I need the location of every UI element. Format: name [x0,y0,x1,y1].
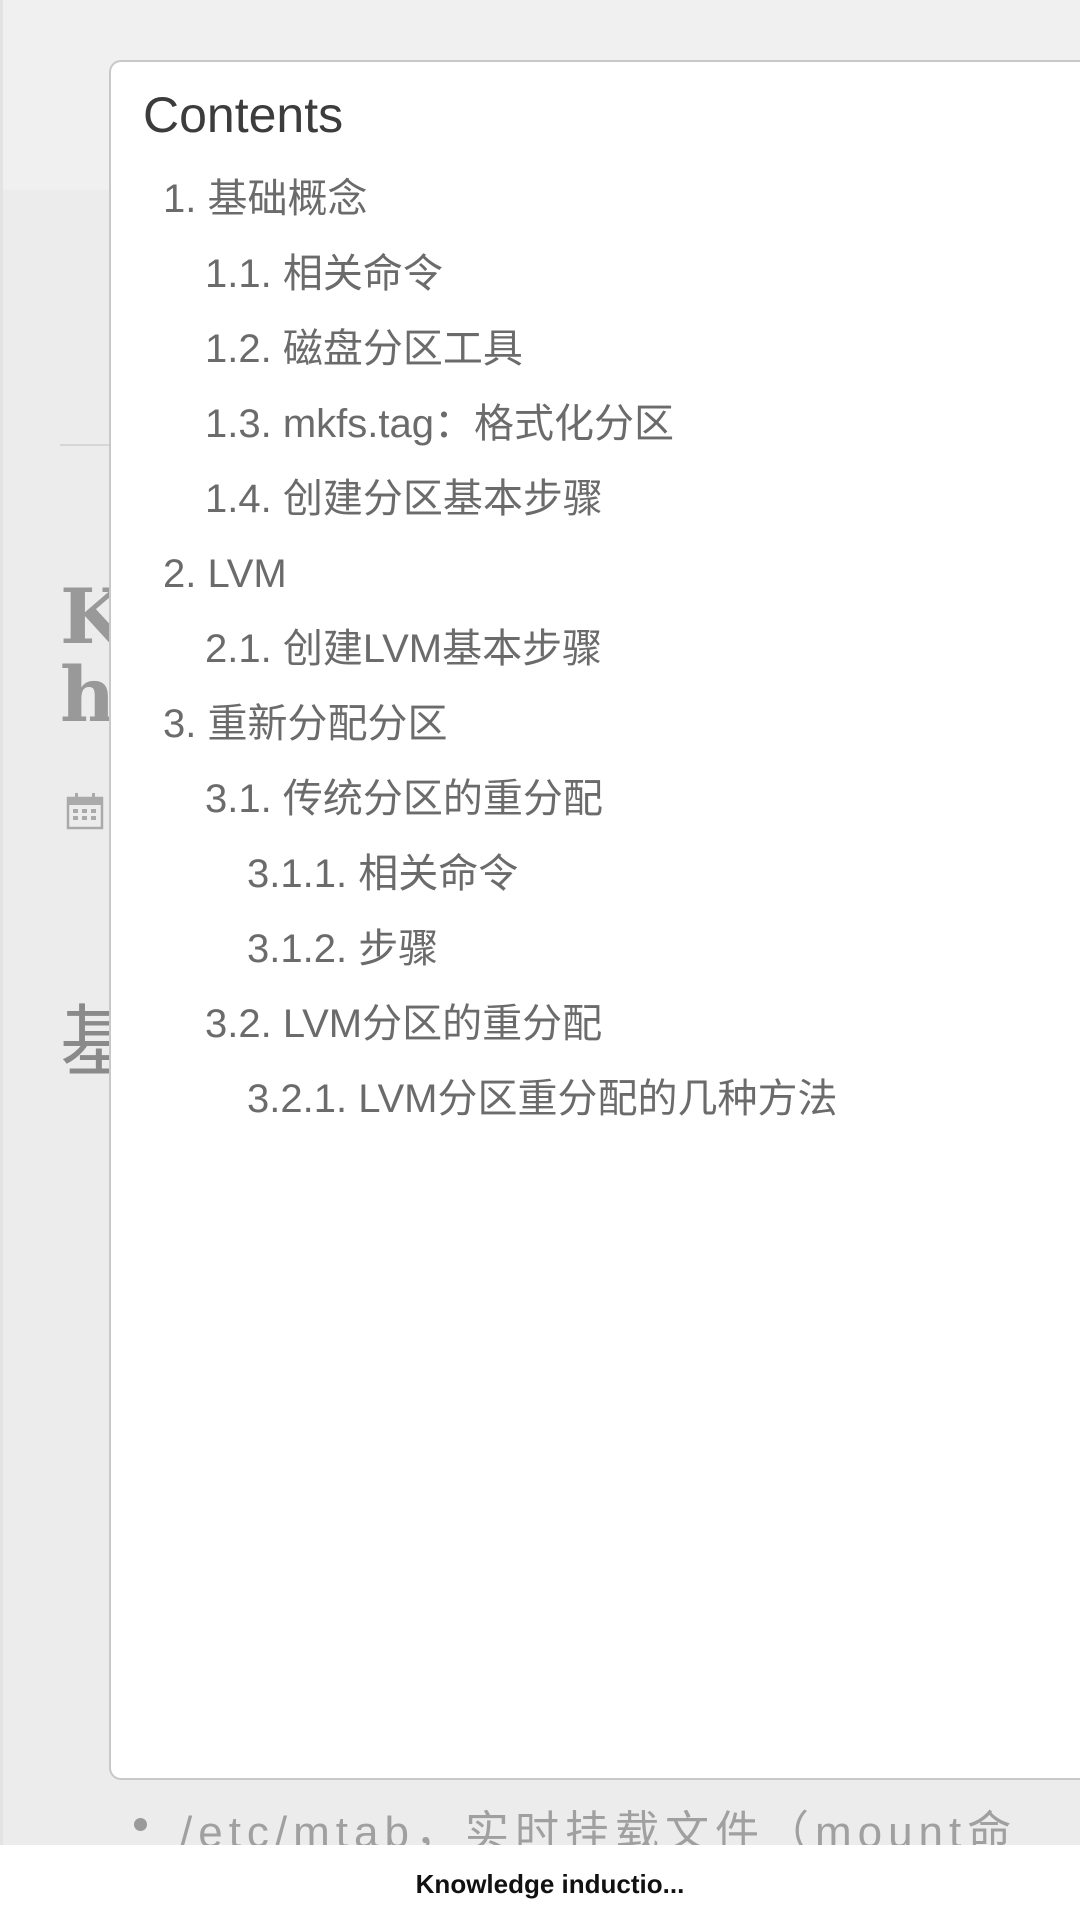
toc-item[interactable]: 1.2. 磁盘分区工具 [111,312,837,387]
bullet-dot-icon [134,1818,147,1831]
toc-item[interactable]: 1. 基础概念 [111,162,837,237]
toc-item[interactable]: 2. LVM [111,537,837,612]
toc-item[interactable]: 3.2.1. LVM分区重分配的几种方法 [111,1062,837,1137]
toc-item[interactable]: 3.1.2. 步骤 [111,912,837,987]
toc-item[interactable]: 2.1. 创建LVM基本步骤 [111,612,837,687]
toc-item[interactable]: 3.1.1. 相关命令 [111,837,837,912]
table-of-contents-panel: Contents 1. 基础概念 1.1. 相关命令 1.2. 磁盘分区工具 1… [109,60,1080,1780]
toc-item[interactable]: 1.3. mkfs.tag：格式化分区 [111,387,837,462]
page-title: Knowledge inductio... [415,1869,685,1899]
toc-list: 1. 基础概念 1.1. 相关命令 1.2. 磁盘分区工具 1.3. mkfs.… [111,162,837,1137]
toc-item[interactable]: 3.2. LVM分区的重分配 [111,987,837,1062]
calendar-icon [66,793,104,830]
toc-item[interactable]: 1.4. 创建分区基本步骤 [111,462,837,537]
bottom-title-bar: Knowledge inductio... [0,1845,1080,1920]
toc-item[interactable]: 1.1. 相关命令 [111,237,837,312]
toc-title: Contents [143,87,344,143]
article-title-line-2: h [60,650,116,739]
toc-item[interactable]: 3. 重新分配分区 [111,687,837,762]
toc-item[interactable]: 3.1. 传统分区的重分配 [111,762,837,837]
